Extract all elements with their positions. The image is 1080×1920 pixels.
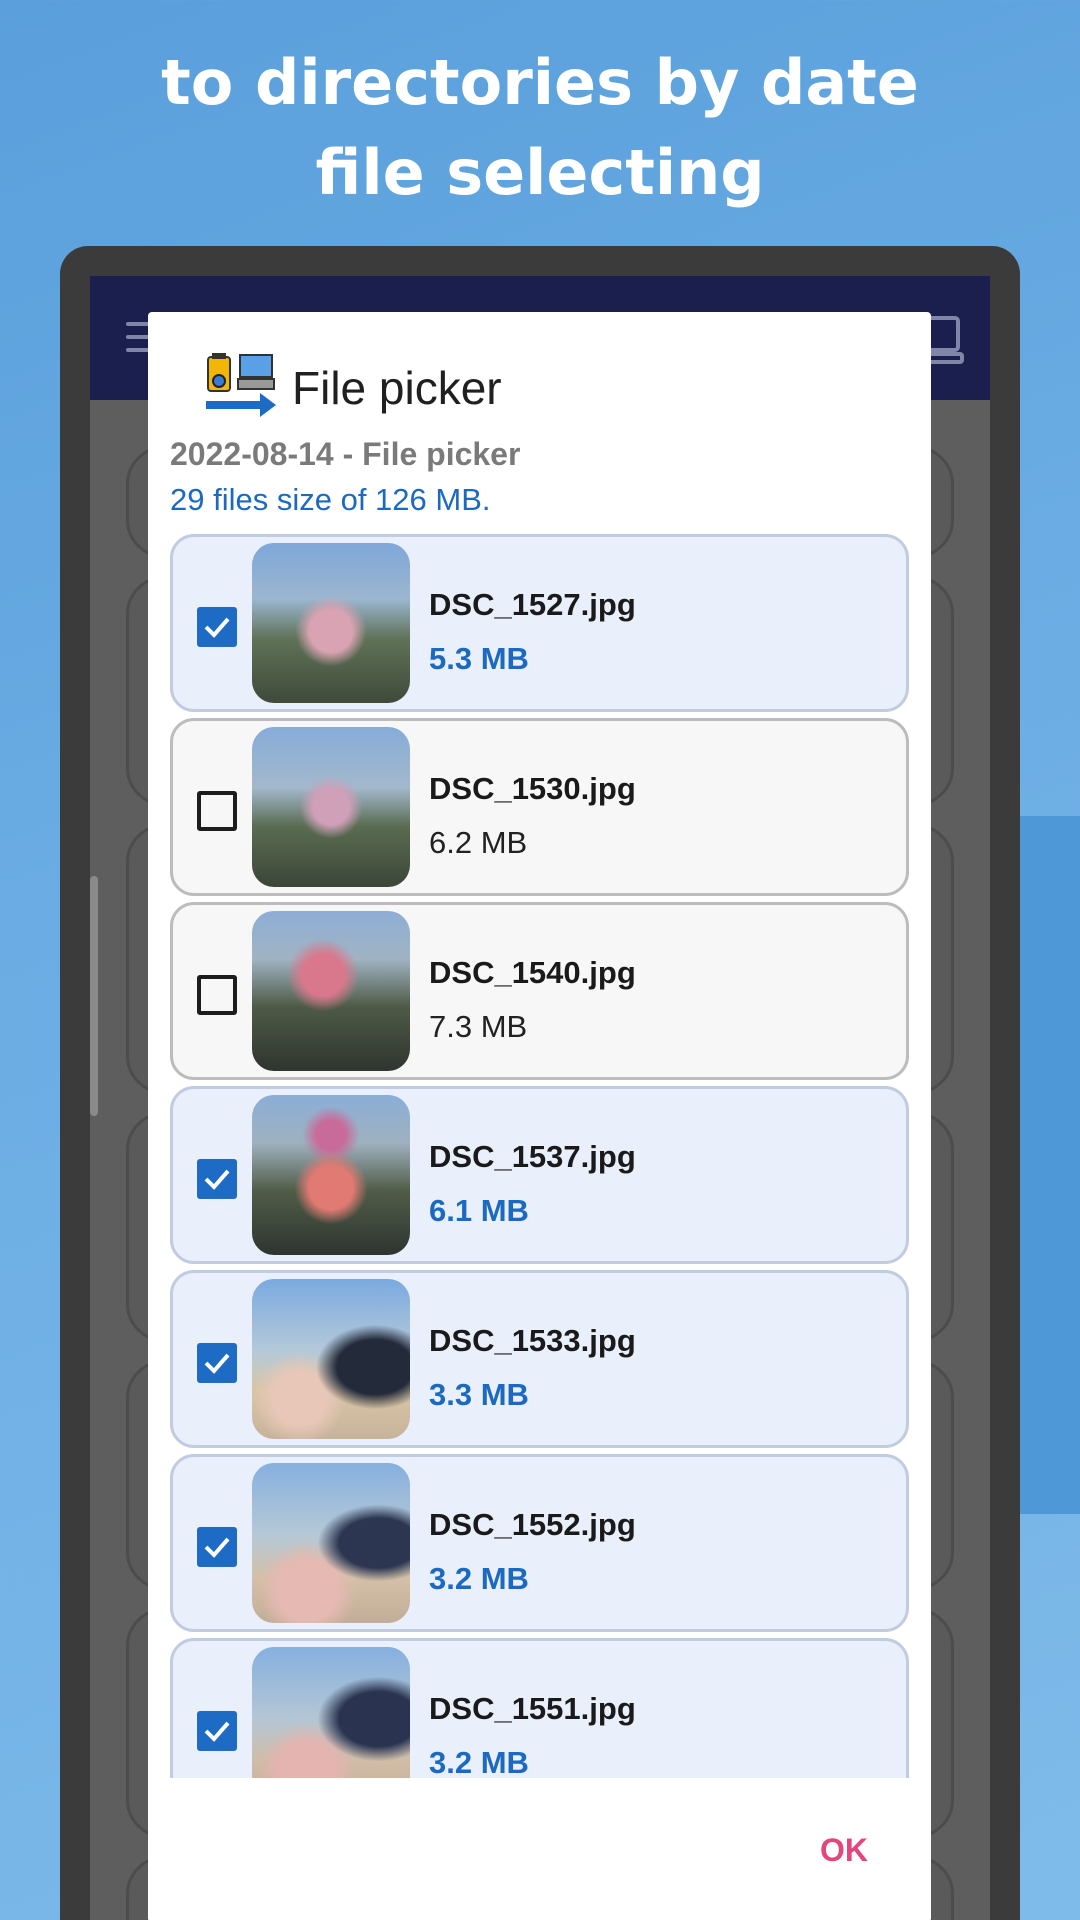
- promo-title: to directories by date file selecting: [0, 38, 1080, 218]
- file-row[interactable]: DSC_1551.jpg 3.2 MB: [170, 1638, 909, 1778]
- file-checkbox[interactable]: [197, 1159, 237, 1199]
- photo-thumbnail: [252, 727, 410, 887]
- dialog-title: File picker: [292, 362, 502, 414]
- file-name: DSC_1537.jpg: [429, 1139, 636, 1174]
- photo-thumbnail: [252, 543, 410, 703]
- camera-to-pc-transfer-icon: [206, 353, 276, 417]
- photo-thumbnail: [252, 1279, 410, 1439]
- checkmark-icon: [204, 617, 230, 638]
- dialog-header: File picker: [202, 352, 502, 424]
- file-name: DSC_1530.jpg: [429, 771, 636, 806]
- file-size: 3.2 MB: [429, 1745, 529, 1778]
- promo-line-1: to directories by date: [161, 46, 919, 119]
- file-checkbox[interactable]: [197, 1343, 237, 1383]
- dialog-footer: OK: [148, 1788, 931, 1920]
- file-checkbox[interactable]: [197, 791, 237, 831]
- file-size: 3.3 MB: [429, 1377, 529, 1412]
- file-size: 6.2 MB: [429, 825, 528, 860]
- file-row[interactable]: DSC_1527.jpg 5.3 MB: [170, 534, 909, 712]
- ok-button[interactable]: OK: [804, 1832, 884, 1878]
- file-checkbox[interactable]: [197, 1711, 237, 1751]
- photo-thumbnail: [252, 1463, 410, 1623]
- file-name: DSC_1551.jpg: [429, 1691, 636, 1726]
- file-size: 3.2 MB: [429, 1561, 529, 1596]
- file-size: 5.3 MB: [429, 641, 529, 676]
- file-checkbox[interactable]: [197, 1527, 237, 1567]
- file-size: 6.1 MB: [429, 1193, 529, 1228]
- scrollbar[interactable]: [90, 876, 98, 1116]
- file-name: DSC_1540.jpg: [429, 955, 636, 990]
- photo-thumbnail: [252, 1095, 410, 1255]
- checkmark-icon: [204, 1537, 230, 1558]
- photo-thumbnail: [252, 911, 410, 1071]
- checkmark-icon: [204, 1169, 230, 1190]
- file-list[interactable]: DSC_1527.jpg 5.3 MB DSC_1530.jpg 6.2 MB …: [170, 534, 909, 1778]
- photo-thumbnail: [252, 1647, 410, 1778]
- file-picker-dialog: File picker 2022-08-14 - File picker 29 …: [148, 312, 931, 1920]
- file-name: DSC_1552.jpg: [429, 1507, 636, 1542]
- file-row[interactable]: DSC_1537.jpg 6.1 MB: [170, 1086, 909, 1264]
- file-row[interactable]: DSC_1540.jpg 7.3 MB: [170, 902, 909, 1080]
- file-name: DSC_1527.jpg: [429, 587, 636, 622]
- file-size: 7.3 MB: [429, 1009, 528, 1044]
- file-row[interactable]: DSC_1533.jpg 3.3 MB: [170, 1270, 909, 1448]
- files-summary: 29 files size of 126 MB.: [170, 482, 491, 517]
- checkmark-icon: [204, 1353, 230, 1374]
- checkmark-icon: [204, 1721, 230, 1742]
- dialog-subtitle: 2022-08-14 - File picker: [170, 436, 521, 472]
- file-checkbox[interactable]: [197, 607, 237, 647]
- file-checkbox[interactable]: [197, 975, 237, 1015]
- file-row[interactable]: DSC_1552.jpg 3.2 MB: [170, 1454, 909, 1632]
- file-name: DSC_1533.jpg: [429, 1323, 636, 1358]
- promo-line-2: file selecting: [315, 136, 765, 209]
- file-row[interactable]: DSC_1530.jpg 6.2 MB: [170, 718, 909, 896]
